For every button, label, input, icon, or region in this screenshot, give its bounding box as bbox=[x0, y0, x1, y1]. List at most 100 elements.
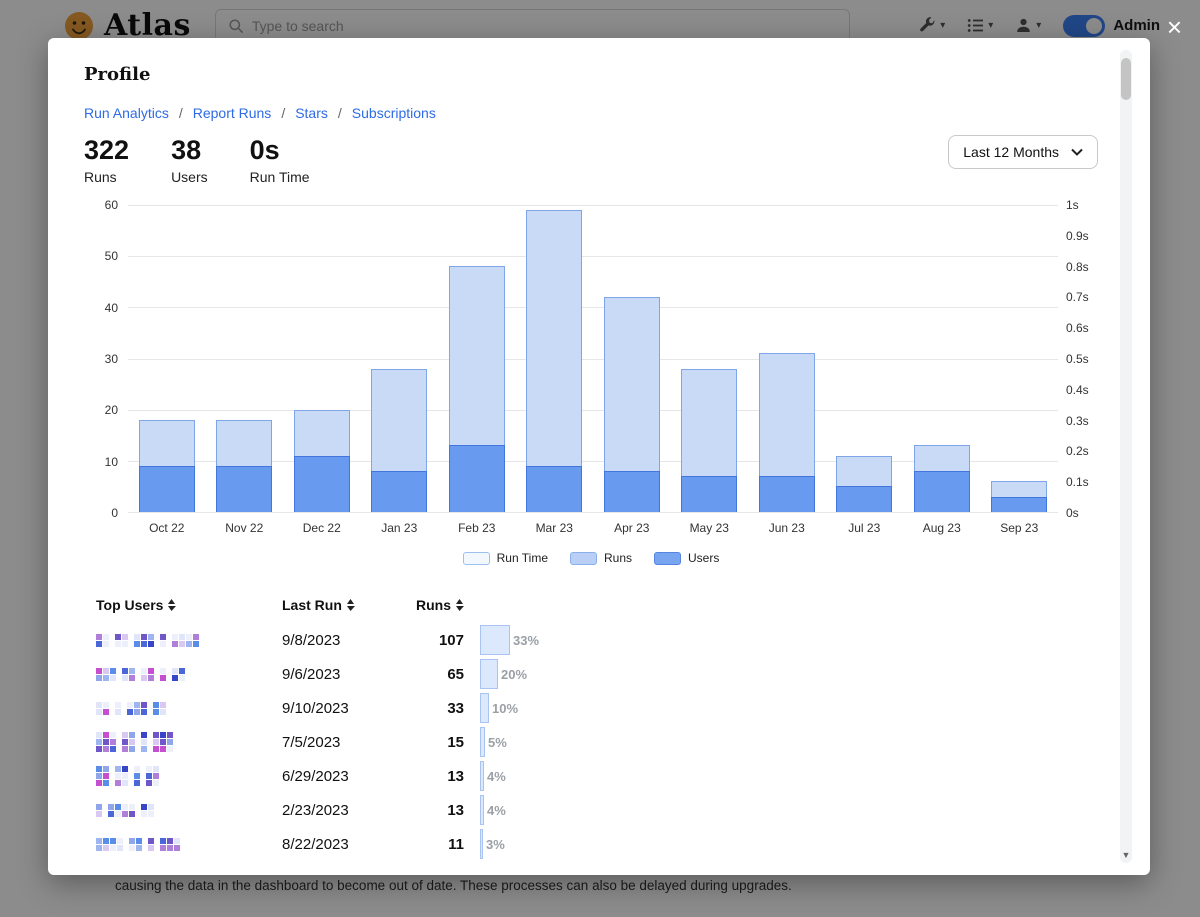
name-mosaic-segment bbox=[172, 668, 185, 681]
column-header-last-run[interactable]: Last Run bbox=[282, 597, 404, 613]
runs-chart: 6050403020100 1s0.9s0.8s0.7s0.6s0.5s0.4s… bbox=[84, 205, 1098, 513]
y-tick-right: 0.9s bbox=[1066, 229, 1089, 243]
legend-item-runtime[interactable]: Run Time bbox=[463, 551, 548, 565]
breadcrumb-link[interactable]: Stars bbox=[295, 105, 328, 121]
x-axis-label: Apr 23 bbox=[593, 521, 671, 535]
y-axis-left: 6050403020100 bbox=[84, 205, 128, 513]
bar-group[interactable] bbox=[981, 205, 1059, 512]
x-axis-label: Jun 23 bbox=[748, 521, 826, 535]
column-label: Last Run bbox=[282, 597, 342, 613]
x-axis: Oct 22Nov 22Dec 22Jan 23Feb 23Mar 23Apr … bbox=[128, 521, 1058, 535]
stat-value: 0s bbox=[250, 135, 310, 166]
stat: 38Users bbox=[171, 135, 208, 185]
bar-group[interactable] bbox=[748, 205, 826, 512]
table-row[interactable]: 8/22/2023113% bbox=[96, 827, 1098, 861]
percent-bar bbox=[480, 761, 484, 791]
name-mosaic-segment bbox=[146, 766, 159, 786]
table-row[interactable]: 9/8/202310733% bbox=[96, 623, 1098, 657]
column-header-runs[interactable]: Runs bbox=[404, 597, 464, 613]
x-axis-label: Aug 23 bbox=[903, 521, 981, 535]
stat-label: Users bbox=[171, 169, 208, 185]
table-row[interactable]: 2/23/2023134% bbox=[96, 793, 1098, 827]
users-bar bbox=[294, 456, 350, 512]
bar-group[interactable] bbox=[361, 205, 439, 512]
name-mosaic-segment bbox=[141, 668, 154, 681]
y-tick-left: 20 bbox=[105, 403, 118, 417]
legend-item-runs[interactable]: Runs bbox=[570, 551, 632, 565]
percent-bar bbox=[480, 829, 483, 859]
users-bar bbox=[759, 476, 815, 512]
name-mosaic-segment bbox=[122, 732, 135, 752]
runs-cell: 15 bbox=[404, 734, 464, 751]
legend-item-users[interactable]: Users bbox=[654, 551, 719, 565]
table-row[interactable]: 7/5/2023155% bbox=[96, 725, 1098, 759]
close-icon[interactable]: × bbox=[1167, 14, 1182, 40]
scrollbar-thumb[interactable] bbox=[1121, 58, 1131, 100]
name-mosaic-segment bbox=[115, 766, 128, 786]
percent-cell: 3% bbox=[464, 829, 1098, 859]
bar-group[interactable] bbox=[593, 205, 671, 512]
x-axis-label: May 23 bbox=[671, 521, 749, 535]
bar-group[interactable] bbox=[438, 205, 516, 512]
name-mosaic-segment bbox=[153, 702, 166, 715]
period-select[interactable]: Last 12 Months bbox=[948, 135, 1098, 169]
stat-label: Runs bbox=[84, 169, 129, 185]
column-label: Runs bbox=[416, 597, 451, 613]
bar-group[interactable] bbox=[206, 205, 284, 512]
chevron-down-icon bbox=[1071, 148, 1083, 156]
bars bbox=[128, 205, 1058, 512]
name-mosaic-segment bbox=[127, 702, 147, 715]
bar-group[interactable] bbox=[283, 205, 361, 512]
table-row[interactable]: 9/10/20233310% bbox=[96, 691, 1098, 725]
redacted-user-name bbox=[96, 766, 278, 786]
y-tick-left: 30 bbox=[105, 352, 118, 366]
bar-group[interactable] bbox=[516, 205, 594, 512]
y-tick-right: 0.5s bbox=[1066, 352, 1089, 366]
modal-scrollbar[interactable]: ▼ bbox=[1120, 50, 1132, 863]
y-tick-right: 0.2s bbox=[1066, 444, 1089, 458]
sort-icon bbox=[167, 599, 176, 611]
breadcrumb-link[interactable]: Run Analytics bbox=[84, 105, 169, 121]
redacted-user-name bbox=[96, 634, 278, 647]
name-mosaic-segment bbox=[160, 838, 180, 851]
x-axis-label: Jul 23 bbox=[826, 521, 904, 535]
stats-row: 322Runs38Users0sRun Time Last 12 Months bbox=[84, 135, 1098, 185]
users-bar bbox=[991, 497, 1047, 512]
bar-group[interactable] bbox=[671, 205, 749, 512]
y-tick-right: 0s bbox=[1066, 506, 1079, 520]
period-select-label: Last 12 Months bbox=[963, 144, 1059, 160]
breadcrumb-link[interactable]: Subscriptions bbox=[352, 105, 436, 121]
table-row[interactable]: 9/6/20236520% bbox=[96, 657, 1098, 691]
percent-bar bbox=[480, 625, 510, 655]
percent-bar bbox=[480, 659, 498, 689]
y-tick-left: 0 bbox=[111, 506, 118, 520]
stat-value: 322 bbox=[84, 135, 129, 166]
percent-cell: 20% bbox=[464, 659, 1098, 689]
column-header-top-users[interactable]: Top Users bbox=[96, 597, 282, 613]
name-mosaic-segment bbox=[172, 634, 199, 647]
legend: Run Time Runs Users bbox=[84, 551, 1098, 565]
name-mosaic-segment bbox=[115, 634, 128, 647]
percent-label: 10% bbox=[492, 701, 518, 716]
percent-bar bbox=[480, 795, 484, 825]
percent-cell: 4% bbox=[464, 795, 1098, 825]
percent-bar bbox=[480, 693, 489, 723]
percent-label: 33% bbox=[513, 633, 539, 648]
legend-swatch bbox=[654, 552, 681, 565]
users-bar bbox=[449, 445, 505, 512]
y-tick-left: 50 bbox=[105, 249, 118, 263]
breadcrumb-separator: / bbox=[179, 105, 183, 121]
users-bar bbox=[526, 466, 582, 512]
percent-label: 4% bbox=[487, 803, 506, 818]
legend-label: Run Time bbox=[497, 551, 548, 565]
table-row[interactable]: 6/29/2023134% bbox=[96, 759, 1098, 793]
breadcrumb-link[interactable]: Report Runs bbox=[193, 105, 272, 121]
bar-group[interactable] bbox=[826, 205, 904, 512]
y-tick-right: 0.8s bbox=[1066, 260, 1089, 274]
percent-cell: 5% bbox=[464, 727, 1098, 757]
redacted-user-name bbox=[96, 838, 278, 851]
users-bar bbox=[604, 471, 660, 512]
bar-group[interactable] bbox=[128, 205, 206, 512]
bar-group[interactable] bbox=[903, 205, 981, 512]
scroll-down-arrow[interactable]: ▼ bbox=[1120, 847, 1132, 863]
